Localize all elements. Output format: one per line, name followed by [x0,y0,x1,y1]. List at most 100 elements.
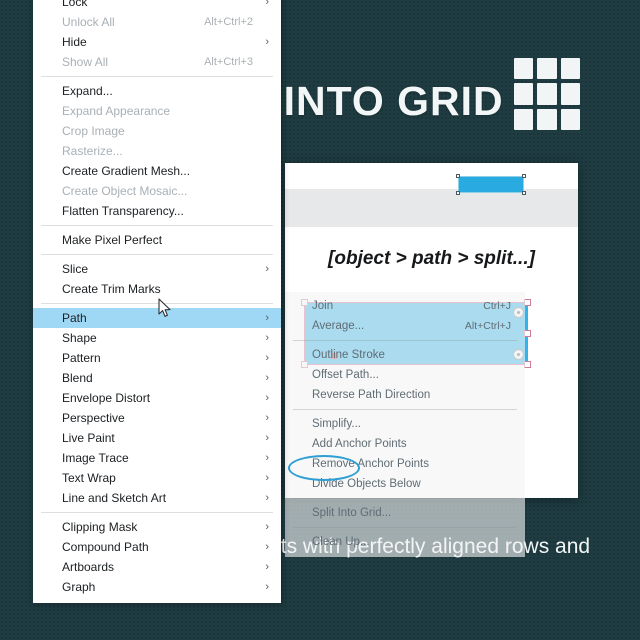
menu-item-label: Envelope Distort [62,391,151,405]
submenu-item-label: Clean Up... [312,536,370,548]
menu-item-text-wrap[interactable]: Text Wrap › [33,468,281,488]
submenu-item-label: Average... [312,320,365,332]
menu-item-pattern[interactable]: Pattern › [33,348,281,368]
chevron-right-icon: › [265,392,269,404]
menu-item-shortcut: Alt+Ctrl+3 [204,56,253,68]
submenu-separator [293,498,517,499]
chevron-right-icon: › [265,561,269,573]
chevron-right-icon: › [265,521,269,533]
menu-item-live-paint[interactable]: Live Paint › [33,428,281,448]
handle-top-left[interactable] [456,174,460,178]
menu-item-create-object-mosaic: Create Object Mosaic... [33,181,281,201]
menu-item-label: Expand... [62,84,113,98]
menu-item-label: Make Pixel Perfect [62,233,163,247]
menu-item-label: Lock [62,0,88,9]
menu-item-label: Unlock All [62,15,115,29]
menu-item-create-gradient-mesh[interactable]: Create Gradient Mesh... [33,161,281,181]
menu-item-label: Blend [62,371,93,385]
menu-item-rasterize: Rasterize... [33,141,281,161]
menu-item-clipping-mask[interactable]: Clipping Mask › [33,517,281,537]
menu-item-envelope-distort[interactable]: Envelope Distort › [33,388,281,408]
submenu-item-simplify[interactable]: Simplify... [285,414,525,434]
menu-item-make-pixel-perfect[interactable]: Make Pixel Perfect [33,230,281,250]
menu-item-label: Slice [62,262,89,276]
menu-item-compound-path[interactable]: Compound Path › [33,537,281,557]
menu-item-show-all: Show All Alt+Ctrl+3 [33,52,281,72]
chevron-right-icon: › [265,36,269,48]
menu-item-image-trace[interactable]: Image Trace › [33,448,281,468]
menu-item-label: Artboards [62,560,115,574]
handle-bottom-left[interactable] [456,191,460,195]
panel-caption: [object > path > split...] [328,248,535,269]
menu-item-lock[interactable]: Lock › [33,0,281,12]
submenu-item-label: Add Anchor Points [312,438,407,450]
menu-item-graph[interactable]: Graph › [33,577,281,597]
submenu-item-label: Join [312,300,334,312]
menu-item-hide[interactable]: Hide › [33,32,281,52]
menu-separator [41,76,273,77]
menu-item-label: Show All [62,55,109,69]
menu-item-label: Hide [62,35,87,49]
submenu-item-join[interactable]: Join Ctrl+J [285,296,525,316]
chevron-right-icon: › [265,432,269,444]
menu-item-artboards[interactable]: Artboards › [33,557,281,577]
chevron-right-icon: › [265,312,269,324]
submenu-item-split-into-grid[interactable]: Split Into Grid... [285,503,525,523]
menu-item-unlock-all: Unlock All Alt+Ctrl+2 [33,12,281,32]
submenu-separator [293,527,517,528]
menu-item-shape[interactable]: Shape › [33,328,281,348]
chevron-right-icon: › [265,332,269,344]
submenu-item-clean-up[interactable]: Clean Up... [285,532,525,552]
submenu-item-label: Simplify... [312,418,361,430]
chevron-right-icon: › [265,472,269,484]
submenu-item-reverse-path-direction[interactable]: Reverse Path Direction [285,385,525,405]
submenu-item-average[interactable]: Average... Alt+Ctrl+J [285,316,525,336]
submenu-item-outline-stroke[interactable]: Outline Stroke [285,345,525,365]
chevron-right-icon: › [265,581,269,593]
handle-bottom-right[interactable] [522,191,526,195]
handle-top-right[interactable] [522,174,526,178]
menu-item-perspective[interactable]: Perspective › [33,408,281,428]
submenu-item-offset-path[interactable]: Offset Path... [285,365,525,385]
poster-canvas: SPLIT INTO GRID creating layouts with pe… [0,0,640,640]
handle-top-right[interactable] [524,299,531,306]
selected-shape-chip[interactable] [456,174,526,195]
submenu-separator [293,340,517,341]
menu-separator [41,225,273,226]
chevron-right-icon: › [265,0,269,8]
submenu-item-add-anchor-points[interactable]: Add Anchor Points [285,434,525,454]
handle-middle-right[interactable] [524,329,531,337]
handle-bottom-right[interactable] [524,361,531,368]
menu-item-line-and-sketch-art[interactable]: Line and Sketch Art › [33,488,281,508]
menu-item-expand[interactable]: Expand... [33,81,281,101]
menu-item-shortcut: Alt+Ctrl+2 [204,16,253,28]
chevron-right-icon: › [265,263,269,275]
menu-item-path[interactable]: Path › [33,308,281,328]
submenu-item-remove-anchor-points[interactable]: Remove Anchor Points [285,454,525,474]
submenu-item-label: Offset Path... [312,369,379,381]
menu-item-crop-image: Crop Image [33,121,281,141]
submenu-item-label: Divide Objects Below [312,478,421,490]
menu-item-label: Graph [62,580,96,594]
submenu-item-label: Outline Stroke [312,349,385,361]
menu-item-slice[interactable]: Slice › [33,259,281,279]
menu-item-label: Image Trace [62,451,129,465]
menu-item-label: Rasterize... [62,144,123,158]
path-flyout-menu[interactable]: Join Ctrl+J Average... Alt+Ctrl+J Outline St… [285,292,525,557]
menu-item-label: Shape [62,331,97,345]
object-context-menu[interactable]: Lock › Unlock All Alt+Ctrl+2 Hide › Show All Al… [33,0,281,603]
submenu-item-label: Split Into Grid... [312,507,392,519]
menu-item-blend[interactable]: Blend › [33,368,281,388]
menu-separator [41,303,273,304]
menu-item-create-trim-marks[interactable]: Create Trim Marks [33,279,281,299]
menu-item-label: Create Trim Marks [62,282,161,296]
menu-separator [41,512,273,513]
menu-item-label: Text Wrap [62,471,116,485]
submenu-item-divide-objects-below[interactable]: Divide Objects Below [285,474,525,494]
menu-item-label: Create Gradient Mesh... [62,164,191,178]
menu-item-label: Crop Image [62,124,125,138]
menu-item-flatten-transparency[interactable]: Flatten Transparency... [33,201,281,221]
menu-item-label: Live Paint [62,431,115,445]
submenu-item-shortcut: Alt+Ctrl+J [464,320,511,332]
grid-3x3-icon [514,58,580,130]
